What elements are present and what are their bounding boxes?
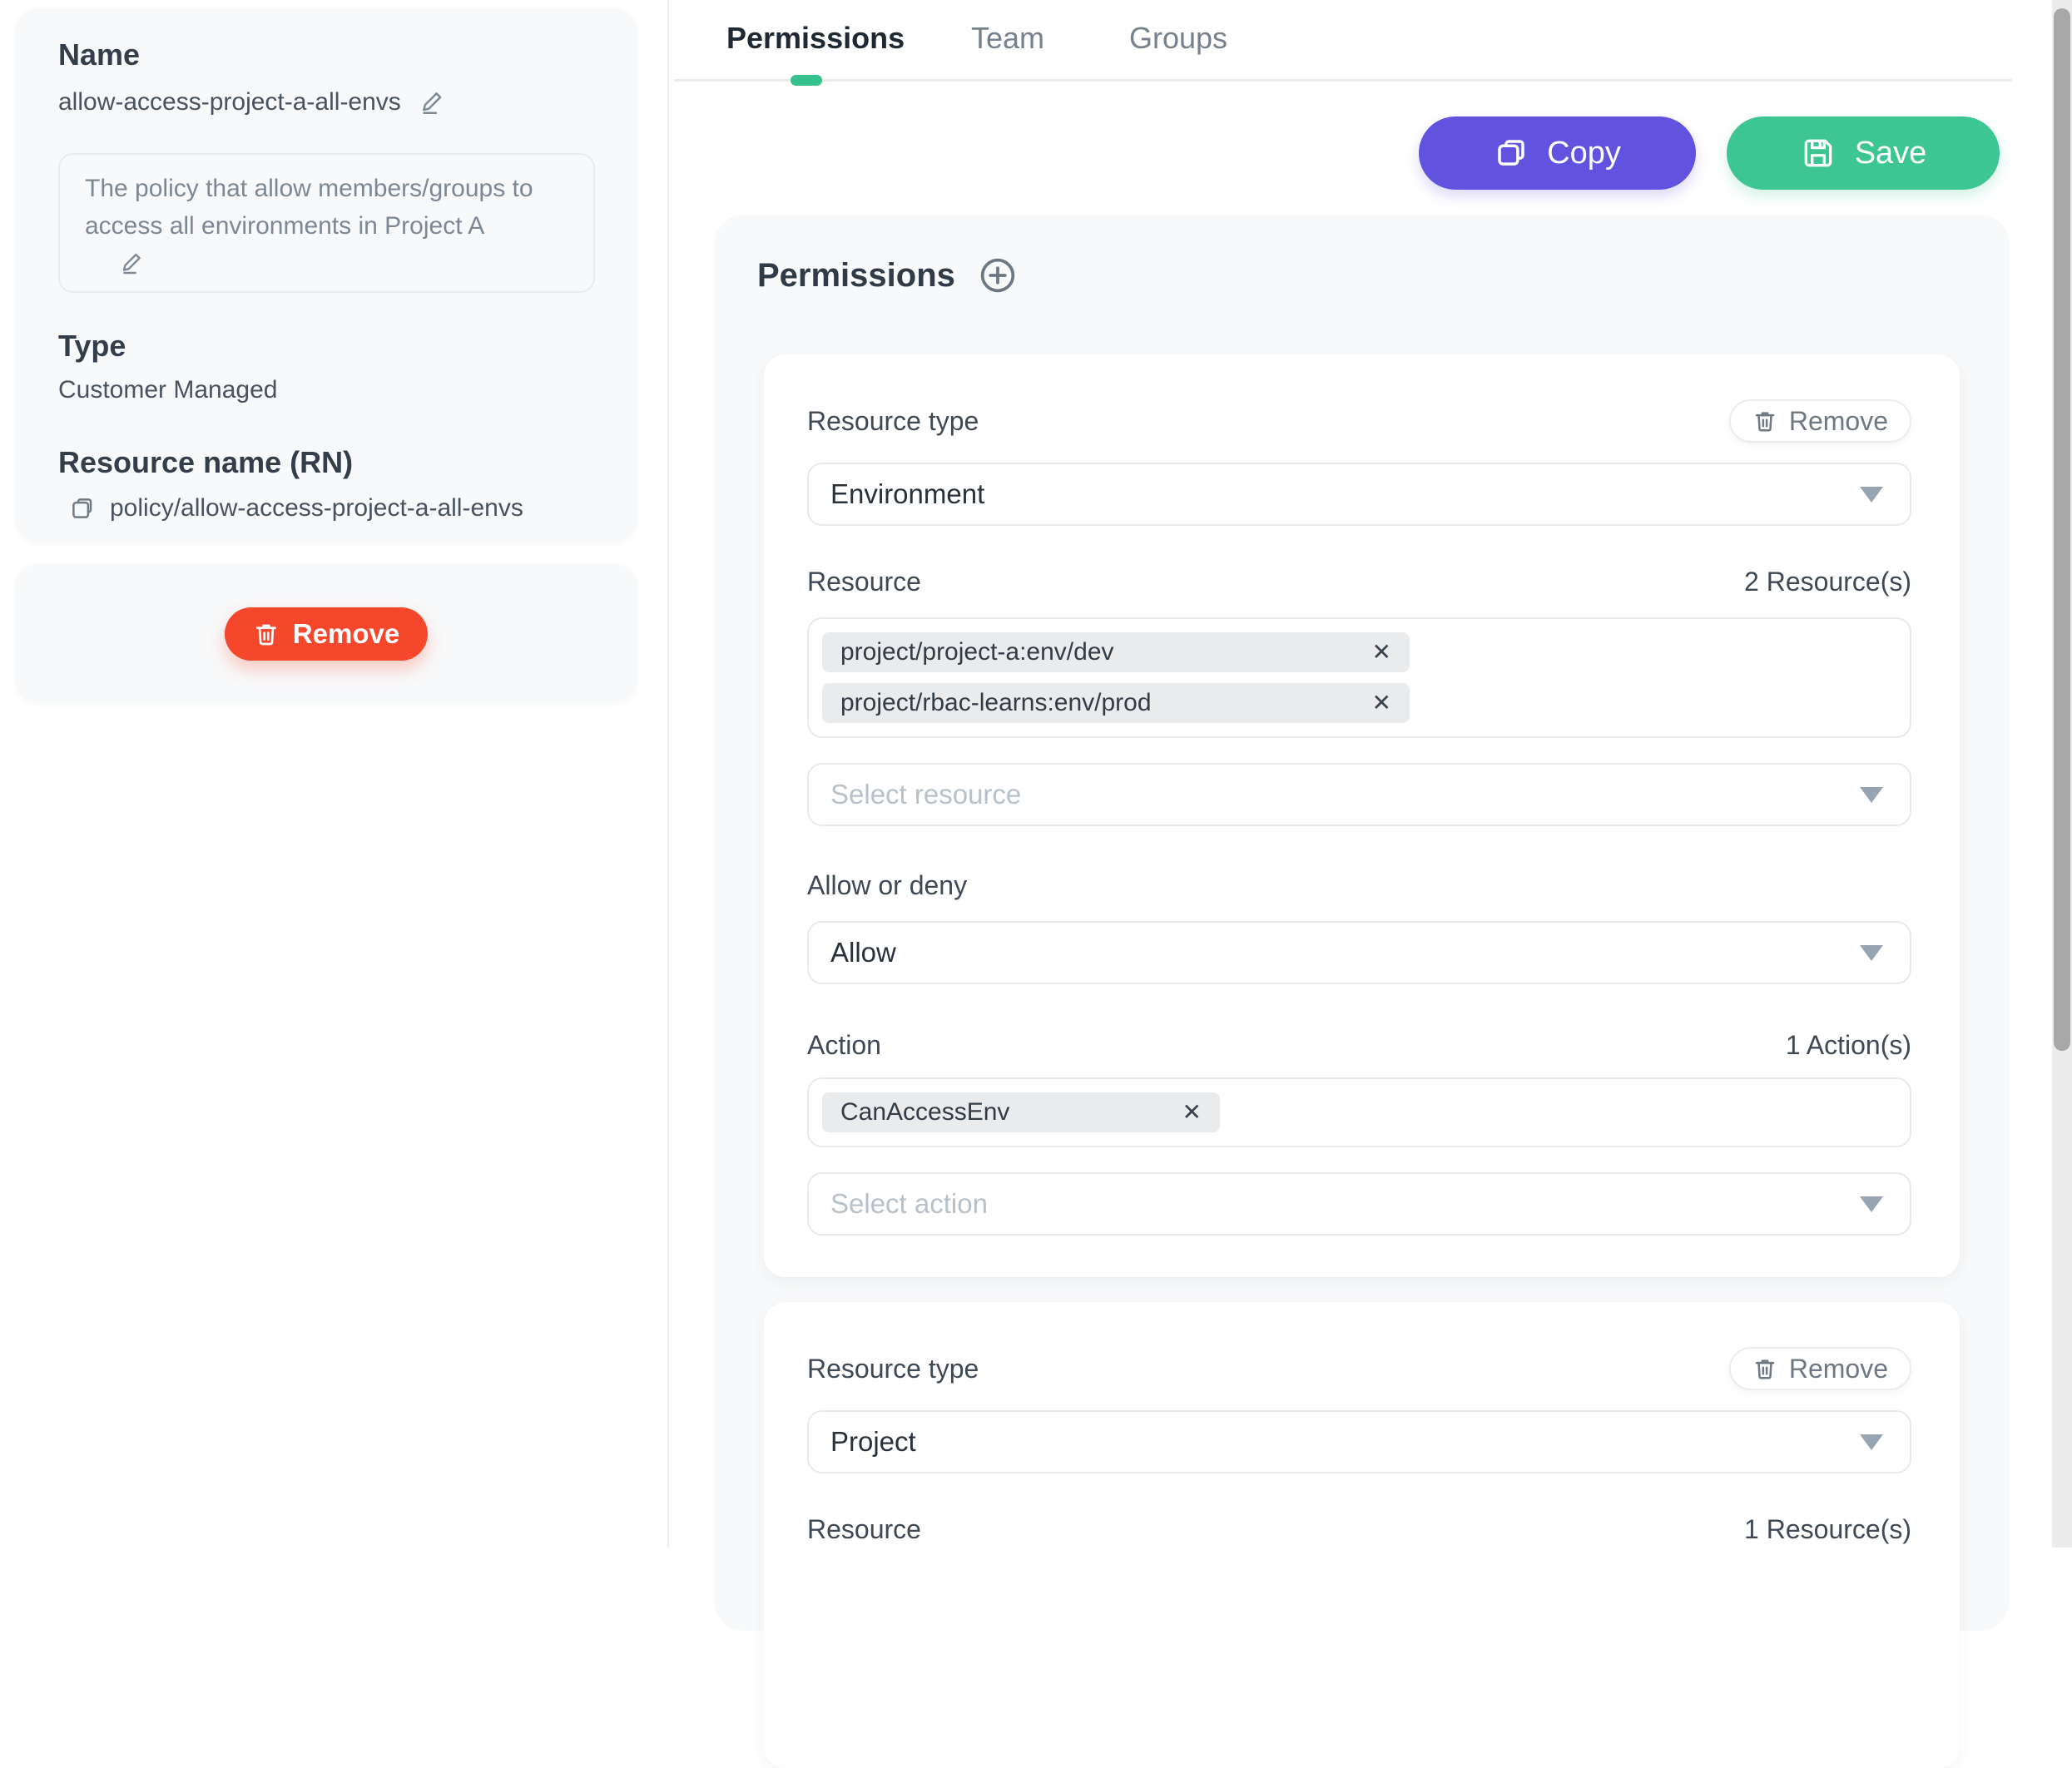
copy-button[interactable]: Copy	[1419, 116, 1696, 190]
remove-permission-button[interactable]: Remove	[1729, 1347, 1911, 1390]
resource-select-placeholder: Select resource	[830, 779, 1021, 810]
scrollbar-thumb[interactable]	[2054, 8, 2070, 1051]
resource-type-value: Project	[830, 1426, 916, 1458]
trash-icon	[1752, 1356, 1777, 1381]
resource-tag-label: project/project-a:env/dev	[840, 638, 1114, 666]
tab-groups[interactable]: Groups	[1129, 20, 1227, 57]
policy-name-value: allow-access-project-a-all-envs	[58, 87, 401, 118]
edit-name-pencil-icon[interactable]	[419, 88, 448, 116]
tab-bar-divider	[674, 79, 2012, 82]
copy-label: Copy	[1547, 136, 1621, 171]
add-permission-button[interactable]	[977, 255, 1019, 296]
chevron-down-icon	[1860, 945, 1883, 961]
remove-permission-button[interactable]: Remove	[1729, 399, 1911, 443]
permission-block: Resource type Remove Environment Resourc…	[764, 354, 1960, 1277]
action-select-placeholder: Select action	[830, 1188, 988, 1220]
trash-icon	[1752, 409, 1777, 433]
chevron-down-icon	[1860, 487, 1883, 503]
permissions-panel: Permissions Resource type Remove	[714, 215, 2010, 1631]
type-heading: Type	[58, 328, 607, 364]
resource-type-label: Resource type	[807, 405, 979, 437]
action-tag-label: CanAccessEnv	[840, 1098, 1009, 1127]
action-label: Action	[807, 1029, 881, 1061]
resource-count: 2 Resource(s)	[1744, 567, 1911, 597]
permissions-heading: Permissions	[757, 257, 955, 295]
resource-type-value: Environment	[830, 478, 984, 510]
remove-policy-button[interactable]: Remove	[225, 607, 428, 661]
resource-type-select[interactable]: Project	[807, 1410, 1911, 1473]
copy-icon	[1494, 136, 1529, 171]
active-tab-indicator	[791, 75, 822, 86]
resource-tags-box: project/project-a:env/dev ✕ project/rbac…	[807, 617, 1911, 738]
remove-policy-label: Remove	[293, 618, 399, 650]
remove-permission-label: Remove	[1789, 406, 1888, 437]
tab-team[interactable]: Team	[971, 20, 1044, 57]
action-count: 1 Action(s)	[1786, 1030, 1911, 1061]
edit-description-pencil-icon[interactable]	[120, 250, 572, 276]
save-label: Save	[1855, 136, 1927, 171]
sidebar-divider	[667, 0, 669, 1548]
action-tag: CanAccessEnv ✕	[822, 1092, 1220, 1132]
action-tags-box: CanAccessEnv ✕	[807, 1077, 1911, 1147]
allow-or-deny-value: Allow	[830, 937, 896, 968]
type-value: Customer Managed	[58, 374, 607, 406]
save-icon	[1800, 135, 1837, 171]
resource-select[interactable]: Select resource	[807, 763, 1911, 826]
description-box[interactable]: The policy that allow members/groups to …	[58, 153, 595, 293]
allow-or-deny-label: Allow or deny	[807, 869, 967, 901]
resource-type-select[interactable]: Environment	[807, 463, 1911, 526]
remove-tag-icon[interactable]: ✕	[1372, 641, 1391, 664]
resource-tag: project/project-a:env/dev ✕	[822, 632, 1410, 672]
danger-zone-card: Remove	[15, 564, 637, 703]
chevron-down-icon	[1860, 1196, 1883, 1212]
chevron-down-icon	[1860, 787, 1883, 803]
copy-rn-icon[interactable]	[70, 496, 95, 521]
resource-count: 1 Resource(s)	[1744, 1514, 1911, 1545]
policy-info-card: Name allow-access-project-a-all-envs The…	[15, 8, 637, 542]
action-select[interactable]: Select action	[807, 1172, 1911, 1236]
description-text: The policy that allow members/groups to …	[85, 170, 572, 245]
remove-tag-icon[interactable]: ✕	[1182, 1101, 1202, 1124]
rn-heading: Resource name (RN)	[58, 444, 607, 481]
remove-tag-icon[interactable]: ✕	[1372, 691, 1391, 715]
resource-type-label: Resource type	[807, 1353, 979, 1384]
remove-permission-label: Remove	[1789, 1354, 1888, 1384]
save-button[interactable]: Save	[1727, 116, 2000, 190]
trash-icon	[253, 621, 280, 647]
permission-block: Resource type Remove Project Resource 1 …	[764, 1302, 1960, 1768]
tab-permissions[interactable]: Permissions	[726, 20, 905, 57]
name-heading: Name	[58, 37, 607, 73]
resource-tag: project/rbac-learns:env/prod ✕	[822, 683, 1410, 723]
chevron-down-icon	[1860, 1434, 1883, 1450]
resource-label: Resource	[807, 1513, 921, 1545]
resource-tag-label: project/rbac-learns:env/prod	[840, 689, 1152, 717]
resource-label: Resource	[807, 566, 921, 597]
rn-value: policy/allow-access-project-a-all-envs	[110, 493, 523, 524]
allow-or-deny-select[interactable]: Allow	[807, 921, 1911, 984]
